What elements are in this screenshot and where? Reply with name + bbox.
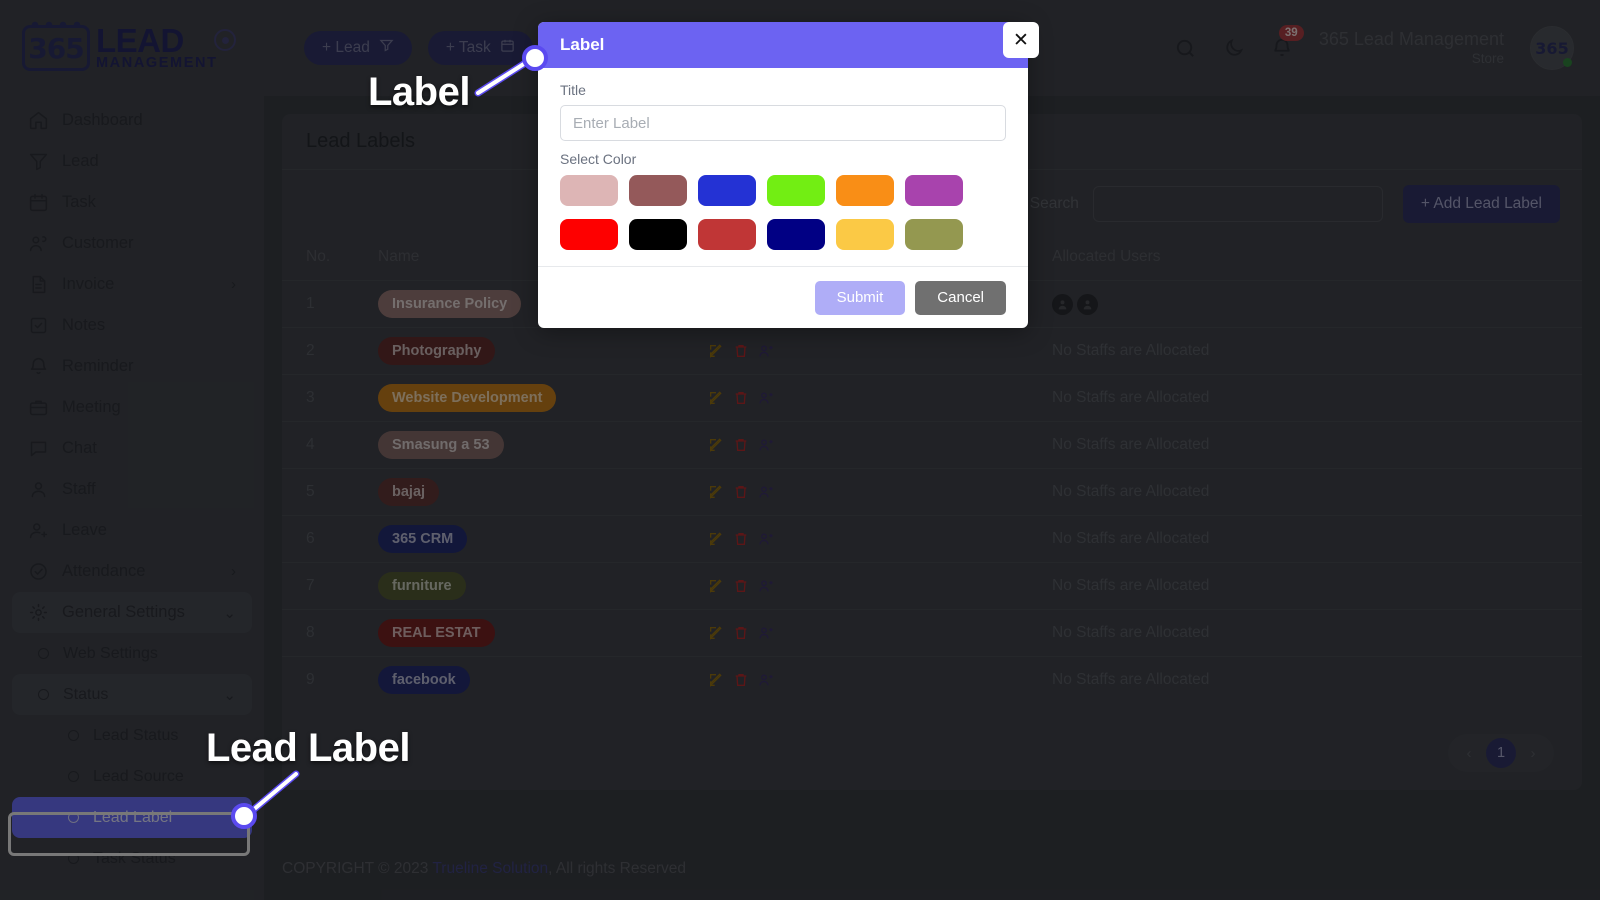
color-swatch-0[interactable]	[560, 175, 618, 206]
submit-button[interactable]: Submit	[814, 280, 906, 315]
color-swatch-grid	[560, 175, 1006, 263]
app-root: 365 LEAD MANAGEMENT Dashboard Lead Task Cus…	[0, 0, 1600, 900]
color-swatch-6[interactable]	[560, 219, 618, 250]
modal-header: Label	[538, 22, 1028, 68]
annotation-lead-label: Lead Label	[206, 726, 410, 770]
color-swatch-7[interactable]	[629, 219, 687, 250]
color-swatch-2[interactable]	[698, 175, 756, 206]
select-color-label: Select Color	[560, 151, 637, 167]
annotation-label: Label	[368, 70, 470, 114]
color-swatch-3[interactable]	[767, 175, 825, 206]
color-swatch-10[interactable]	[836, 219, 894, 250]
color-swatch-9[interactable]	[767, 219, 825, 250]
cancel-button[interactable]: Cancel	[915, 280, 1006, 315]
color-swatch-1[interactable]	[629, 175, 687, 206]
modal-body: Title Select Color	[538, 68, 1028, 263]
modal-footer: Submit Cancel	[538, 266, 1028, 328]
color-swatch-5[interactable]	[905, 175, 963, 206]
modal-title: Label	[560, 35, 605, 54]
close-icon[interactable]: ✕	[1003, 22, 1039, 58]
color-swatch-4[interactable]	[836, 175, 894, 206]
label-title-input[interactable]	[560, 105, 1006, 141]
label-modal: Label Title Select Color Submit Cancel	[538, 22, 1028, 328]
title-field-label: Title	[560, 82, 586, 98]
color-swatch-11[interactable]	[905, 219, 963, 250]
color-swatch-8[interactable]	[698, 219, 756, 250]
